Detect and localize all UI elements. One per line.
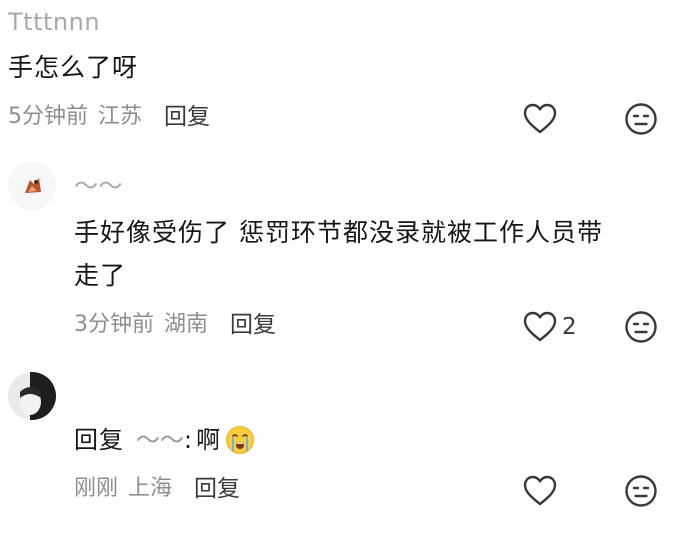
heart-outline-icon[interactable]: [522, 473, 558, 509]
reply-target-username[interactable]: ～～: [136, 420, 184, 460]
reply-content: 回复 ～～ : 啊: [74, 420, 255, 460]
reply-button[interactable]: 回复: [230, 308, 276, 342]
reply-prefix: 回复: [74, 426, 124, 454]
heart-outline-icon[interactable]: [522, 309, 558, 345]
reply-button[interactable]: 回复: [164, 100, 210, 134]
comment-text: 手怎么了呀: [8, 53, 139, 82]
comment-meta: 3分钟前 湖南 回复: [74, 308, 276, 342]
reply-body: 啊: [196, 426, 222, 454]
comment-text-line-2: 走了: [74, 261, 127, 290]
comment-time: 刚刚: [74, 476, 119, 501]
crying-face-emoji: [225, 425, 255, 455]
heart-outline-icon[interactable]: [522, 101, 558, 137]
reply-colon: :: [184, 426, 193, 454]
comment-username[interactable]: ～～: [74, 172, 123, 200]
avatar-image: [8, 162, 56, 210]
meh-face-icon[interactable]: [623, 309, 659, 345]
comment-time: 3分钟前: [74, 312, 154, 337]
comment-location: 上海: [128, 476, 173, 501]
avatar[interactable]: [8, 162, 56, 210]
avatar[interactable]: [8, 372, 56, 420]
comment-section: Ttttnnn 手怎么了呀 5分钟前 江苏 回复 ～～ 手好像受伤了 惩罚环节都…: [0, 0, 690, 553]
avatar-image: [8, 372, 56, 420]
comment-time: 5分钟前: [8, 104, 88, 129]
comment-meta: 刚刚 上海 回复: [74, 472, 240, 506]
like-count: 2: [562, 314, 577, 340]
meh-face-icon[interactable]: [623, 473, 659, 509]
meh-face-icon[interactable]: [623, 101, 659, 137]
comment-meta: 5分钟前 江苏 回复: [8, 100, 210, 134]
reply-button[interactable]: 回复: [194, 472, 240, 506]
comment-location: 江苏: [98, 104, 143, 129]
comment-location: 湖南: [164, 312, 209, 337]
comment-username[interactable]: Ttttnnn: [8, 8, 100, 36]
comment-text-line-1: 手好像受伤了 惩罚环节都没录就被工作人员带: [74, 218, 603, 247]
